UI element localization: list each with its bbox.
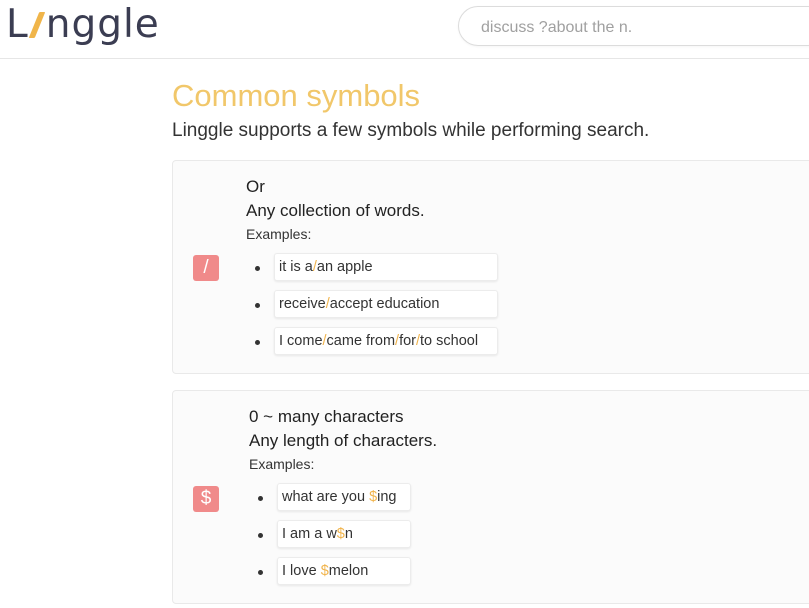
- example-query-chip[interactable]: I come/came from/for/to school: [274, 327, 498, 355]
- example-text: I love: [282, 563, 321, 579]
- examples-list: what are you $ing I am a w$n I love $melon: [249, 483, 437, 594]
- example-query-chip[interactable]: I love $melon: [277, 557, 411, 585]
- symbol-content: Or Any collection of words. Examples: it…: [246, 175, 498, 364]
- page-title: Common symbols: [172, 78, 421, 113]
- logo-slash-icon: [28, 12, 45, 38]
- top-bar: Lnggle: [0, 0, 809, 59]
- search-box[interactable]: [458, 6, 809, 46]
- dollar-symbol-icon: $: [193, 486, 219, 512]
- example-text: I am a w: [282, 526, 337, 542]
- logo-suffix: nggle: [45, 2, 160, 47]
- symbol-card-wildcard: $ 0 ~ many characters Any length of char…: [172, 390, 809, 604]
- example-query-chip[interactable]: it is a/an apple: [274, 253, 498, 281]
- example-item: what are you $ing: [249, 483, 437, 520]
- example-item: receive/accept education: [246, 290, 498, 327]
- example-text: what are you: [282, 489, 370, 505]
- page-subtitle: Linggle supports a few symbols while per…: [172, 120, 650, 141]
- example-item: I am a w$n: [249, 520, 437, 557]
- example-text: came from: [326, 333, 396, 349]
- example-text: an apple: [316, 259, 373, 275]
- symbol-name: 0 ~ many characters: [249, 407, 404, 426]
- example-query-chip[interactable]: I am a w$n: [277, 520, 411, 548]
- linggle-logo[interactable]: Lnggle: [6, 2, 160, 48]
- example-text: receive: [279, 296, 326, 312]
- symbol-name: Or: [246, 177, 265, 196]
- example-symbol: $: [320, 563, 329, 579]
- example-query-chip[interactable]: receive/accept education: [274, 290, 498, 318]
- example-text: I come: [279, 333, 323, 349]
- example-text: ing: [377, 489, 397, 505]
- example-symbol: $: [369, 489, 378, 505]
- symbol-card-or: / Or Any collection of words. Examples: …: [172, 160, 809, 374]
- logo-prefix: L: [6, 2, 29, 47]
- examples-label: Examples:: [246, 226, 312, 242]
- example-text: accept education: [329, 296, 440, 312]
- example-item: it is a/an apple: [246, 253, 498, 290]
- example-text: melon: [328, 563, 369, 579]
- examples-list: it is a/an apple receive/accept education…: [246, 253, 498, 364]
- symbol-description: Any length of characters.: [249, 431, 438, 450]
- example-item: I come/came from/for/to school: [246, 327, 498, 364]
- examples-label: Examples:: [249, 456, 315, 472]
- example-query-chip[interactable]: what are you $ing: [277, 483, 411, 511]
- example-text: for: [399, 333, 416, 349]
- symbol-content: 0 ~ many characters Any length of charac…: [249, 405, 437, 594]
- example-text: it is a: [279, 259, 313, 275]
- example-text: n: [344, 526, 353, 542]
- example-item: I love $melon: [249, 557, 437, 594]
- example-symbol: $: [336, 526, 345, 542]
- search-input[interactable]: [479, 16, 803, 40]
- slash-symbol-icon: /: [193, 255, 219, 281]
- symbol-description: Any collection of words.: [246, 201, 425, 220]
- example-text: to school: [420, 333, 479, 349]
